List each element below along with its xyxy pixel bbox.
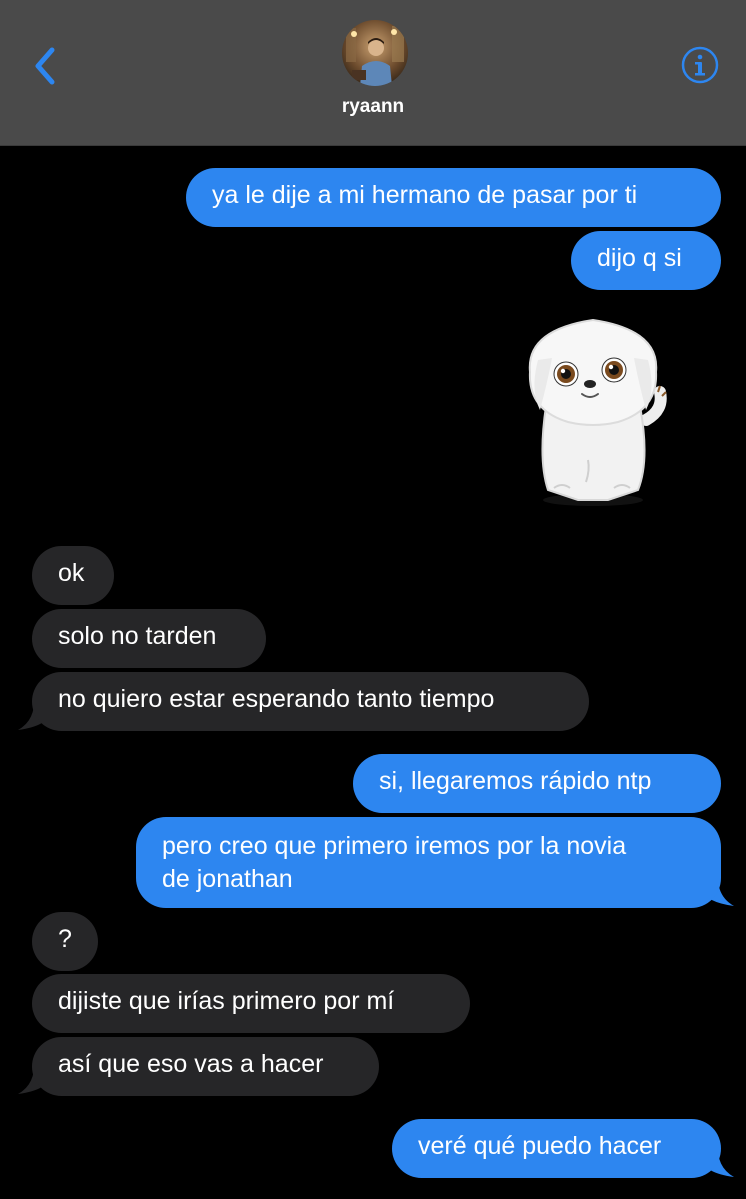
- message-bubble-sent[interactable]: dijo q si: [571, 231, 721, 290]
- message-text: así que eso vas a hacer: [58, 1050, 324, 1078]
- message-text: solo no tarden: [58, 622, 217, 650]
- message-text: veré qué puedo hacer: [418, 1132, 662, 1160]
- info-circle-icon[interactable]: [681, 46, 719, 84]
- message-text: si, llegaremos rápido ntp: [379, 767, 652, 795]
- message-text: no quiero estar esperando tanto tiempo: [58, 685, 495, 713]
- message-text: ok: [58, 559, 85, 587]
- message-bubble-received[interactable]: solo no tarden: [32, 609, 266, 668]
- message-bubble-sent[interactable]: veré qué puedo hacer: [392, 1119, 721, 1178]
- avatar[interactable]: [342, 20, 408, 86]
- message-bubble-sent[interactable]: ya le dije a mi hermano de pasar por ti: [186, 168, 721, 227]
- message-bubble-sent[interactable]: si, llegaremos rápido ntp: [353, 754, 721, 813]
- chevron-left-icon[interactable]: [30, 44, 60, 88]
- conversation-header: ryaann: [0, 0, 746, 146]
- message-text-line: de jonathan: [162, 865, 293, 893]
- message-bubble-sent[interactable]: pero creo que primero iremos por la novi…: [136, 817, 721, 908]
- message-bubble-received[interactable]: dijiste que irías primero por mí: [32, 974, 470, 1033]
- message-bubble-received[interactable]: ?: [32, 912, 98, 971]
- message-bubble-received[interactable]: no quiero estar esperando tanto tiempo: [32, 672, 589, 731]
- message-text-line: pero creo que primero iremos por la novi…: [162, 832, 627, 860]
- puppy-sticker[interactable]: [518, 310, 668, 510]
- message-text: ?: [58, 925, 72, 953]
- message-bubble-received[interactable]: ok: [32, 546, 114, 605]
- message-bubble-received[interactable]: así que eso vas a hacer: [32, 1037, 379, 1096]
- message-text: dijiste que irías primero por mí: [58, 987, 395, 1015]
- contact-name[interactable]: ryaann: [0, 96, 746, 118]
- message-text: ya le dije a mi hermano de pasar por ti: [212, 181, 638, 209]
- message-text: dijo q si: [597, 244, 682, 272]
